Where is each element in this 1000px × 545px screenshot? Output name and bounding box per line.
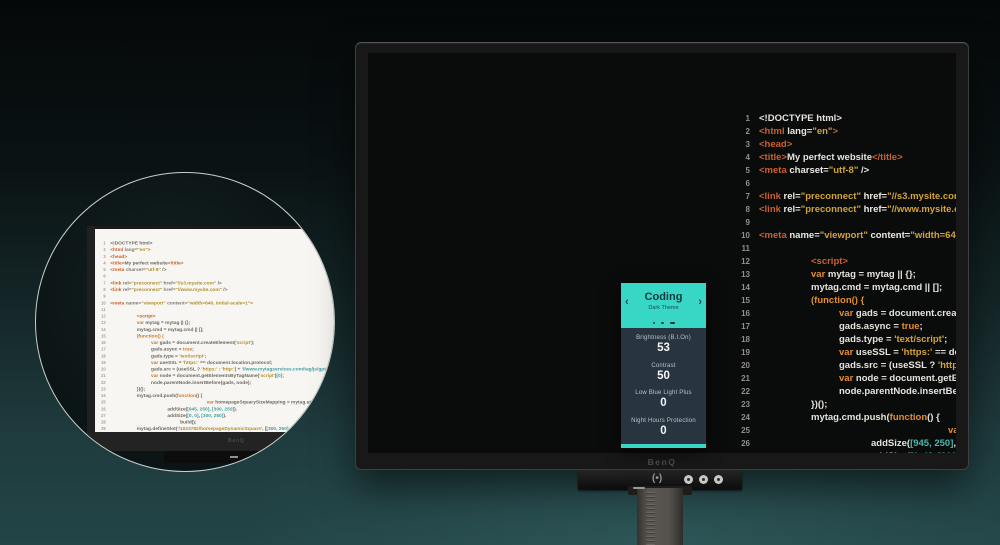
- code-line: 11: [99, 306, 335, 313]
- brightness-sensor-icon: (•): [652, 473, 662, 484]
- code-line: 8<link rel="preconnect" href="//www.mysi…: [737, 203, 956, 216]
- code-line: 25var homepageSquarySizeMapping = mytag.…: [99, 399, 335, 406]
- indicator-icon: [684, 475, 693, 484]
- osd-setting-value: 0: [623, 425, 704, 437]
- osd-body: Brightness (B.I.On) 53 Contrast 50 Low B…: [621, 328, 706, 444]
- osd-setting-contrast[interactable]: Contrast 50: [621, 362, 706, 383]
- inset-brand-logo: BenQ: [228, 438, 245, 444]
- code-line: 11: [737, 242, 956, 255]
- code-line: 6: [737, 177, 956, 190]
- osd-footer-bar: [621, 444, 706, 448]
- code-line: 22node.parentNode.insertBefore(gads, nod…: [99, 379, 335, 386]
- code-line: 26addSize([945, 250], [300, 250]).: [99, 406, 335, 413]
- inset-sensor-strip: [164, 451, 304, 463]
- osd-setting-brightness[interactable]: Brightness (B.I.On) 53: [621, 334, 706, 355]
- inset-monitor-bezel-left: [87, 226, 95, 448]
- chevron-right-icon[interactable]: ›: [698, 295, 702, 309]
- light-theme-inset-circle: 1<!DOCTYPE html>2<html lang="en">3<head>…: [35, 172, 335, 472]
- code-line: 1<!DOCTYPE html>: [737, 112, 956, 125]
- osd-setting-label: Low Blue Light Plus: [623, 390, 704, 396]
- code-line: 13var mytag = mytag || {};: [737, 268, 956, 281]
- code-line: 10<meta name="viewport" content="width=6…: [99, 300, 335, 307]
- indicator-dots-icon: [252, 455, 269, 458]
- code-line: 16var gads = document.createElement('scr…: [737, 307, 956, 320]
- code-line: 5<meta charset="utf-8" />: [99, 267, 335, 274]
- code-line: 9: [737, 216, 956, 229]
- monitor-stand-column: [637, 488, 683, 545]
- osd-mode-title: Coding: [621, 283, 706, 303]
- code-line: 5<meta charset="utf-8" />: [737, 164, 956, 177]
- code-line: 22node.parentNode.insertBefore(gads, nod…: [737, 385, 956, 398]
- code-line: 25var homepageSquarySizeMapping = mytag.…: [737, 424, 956, 437]
- code-line: 4<title>My perfect website</title>: [99, 260, 335, 267]
- code-editor-light: 1<!DOCTYPE html>2<html lang="en">3<head>…: [99, 240, 335, 432]
- sensor-dash-icon: [230, 456, 238, 458]
- code-line: 27addSize([0, 0], [300, 250]).: [99, 412, 335, 419]
- code-line: 13var mytag = mytag || {};: [99, 320, 335, 327]
- osd-setting-low-blue-light[interactable]: Low Blue Light Plus 0: [621, 389, 706, 410]
- osd-setting-label: Contrast: [623, 363, 704, 369]
- code-line: 19var useSSL = 'https:' == document.loca…: [737, 346, 956, 359]
- code-line: 10<meta name="viewport" content="width=6…: [737, 229, 956, 242]
- code-line: 2<html lang="en">: [737, 125, 956, 138]
- code-line: 27addSize([0, 0], [300, 250]).: [737, 450, 956, 453]
- code-line: 15(function() {: [737, 294, 956, 307]
- stand-cable-texture: [646, 492, 655, 545]
- code-line: 23})();: [737, 398, 956, 411]
- chevron-left-icon[interactable]: ‹: [625, 295, 629, 309]
- code-line: 18gads.type = 'text/script';: [737, 333, 956, 346]
- code-line: 23})();: [99, 386, 335, 393]
- code-editor-dark: 1<!DOCTYPE html>2<html lang="en">3<head>…: [737, 112, 956, 453]
- osd-page-dots: [621, 322, 706, 325]
- code-line: 21var node = document.getElementsByTagNa…: [737, 372, 956, 385]
- code-line: 17gads.async = true;: [99, 346, 335, 353]
- code-line: 16var gads = document.createElement('scr…: [99, 339, 335, 346]
- code-line: 1<!DOCTYPE html>: [99, 240, 335, 247]
- osd-header: ‹ Coding Dark Theme ›: [621, 283, 706, 328]
- brand-logo: BenQ: [356, 457, 968, 467]
- indicator-icon: [714, 475, 723, 484]
- code-line: 3<head>: [737, 138, 956, 151]
- osd-mode-subtitle: Dark Theme: [621, 305, 706, 311]
- code-line: 20gads.src = (useSSL ? 'https:' : 'http:…: [99, 366, 335, 373]
- osd-setting-value: 0: [623, 397, 704, 409]
- osd-setting-value: 53: [623, 342, 704, 354]
- hero-background: 1<!DOCTYPE html>2<html lang="en">3<head>…: [0, 0, 1000, 545]
- code-line: 8<link rel="preconnect" href="//www.mysi…: [99, 286, 335, 293]
- osd-setting-night-hours[interactable]: Night Hours Protection 0: [621, 417, 706, 438]
- code-line: 17gads.async = true;: [737, 320, 956, 333]
- code-line: 19var useSSL = 'https:' == document.loca…: [99, 359, 335, 366]
- stand-highlight: [633, 487, 645, 489]
- code-line: 7<link rel="preconnect" href="//s3.mysit…: [737, 190, 956, 203]
- code-line: 26addSize([945, 250], [300, 250]).: [737, 437, 956, 450]
- osd-setting-label: Night Hours Protection: [623, 418, 704, 424]
- inset-monitor-bezel-bottom: [87, 432, 335, 451]
- osd-setting-value: 50: [623, 370, 704, 382]
- osd-setting-label: Brightness (B.I.On): [623, 335, 704, 341]
- code-line: 4<title>My perfect website</title>: [737, 151, 956, 164]
- code-line: 14mytag.cmd = mytag.cmd || [];: [99, 326, 335, 333]
- code-line: 12<script>: [737, 255, 956, 268]
- code-line: 2<html lang="en">: [99, 247, 335, 254]
- code-line: 24mytag.cmd.push(function() {: [737, 411, 956, 424]
- osd-panel: ‹ Coding Dark Theme › Brightness (B.I.On…: [621, 283, 706, 448]
- code-line: 14mytag.cmd = mytag.cmd || [];: [737, 281, 956, 294]
- indicator-icon: [699, 475, 708, 484]
- code-line: 20gads.src = (useSSL ? 'https:' : 'http:…: [737, 359, 956, 372]
- code-line: 7<link rel="preconnect" href="//s3.mysit…: [99, 280, 335, 287]
